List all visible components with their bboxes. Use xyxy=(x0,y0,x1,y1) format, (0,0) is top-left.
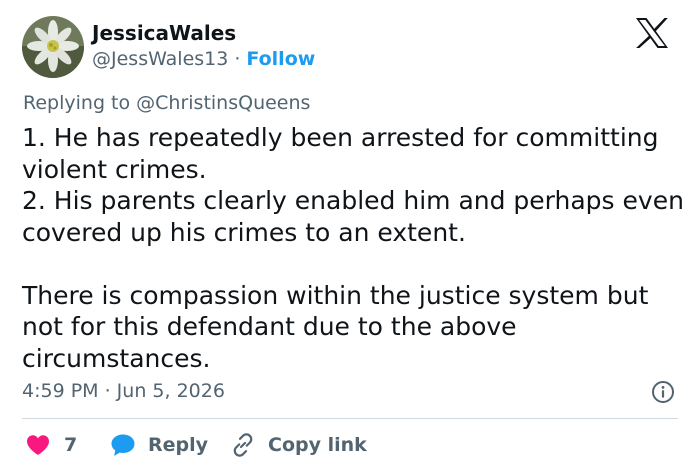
author-handle[interactable]: @JessWales13 xyxy=(92,48,228,70)
reply-label: Reply xyxy=(148,434,209,456)
tweet-timestamp[interactable]: 4:59 PM · Jun 5, 2026 xyxy=(22,380,225,402)
author-name[interactable]: JessicaWales xyxy=(92,21,236,45)
info-icon[interactable] xyxy=(651,380,675,404)
avatar[interactable] xyxy=(22,16,84,78)
like-count: 7 xyxy=(64,434,78,456)
heart-icon xyxy=(27,435,49,455)
like-button[interactable]: 7 xyxy=(26,430,77,460)
copy-link-label: Copy link xyxy=(268,434,367,456)
speech-bubble-icon xyxy=(111,434,135,456)
tweet-text: 1. He has repeatedly been arrested for c… xyxy=(22,122,687,374)
replying-to-prefix: Replying to xyxy=(23,92,137,114)
tweet-line: 2. His parents clearly enabled him and p… xyxy=(22,186,684,247)
tweet-line: There is compassion within the justice s… xyxy=(22,280,649,373)
divider xyxy=(22,418,678,419)
replying-to: Replying to @ChristinsQueens xyxy=(23,92,310,114)
link-icon xyxy=(233,433,253,457)
tweet-line: 1. He has repeatedly been arrested for c… xyxy=(22,123,659,184)
reply-mention-link[interactable]: @ChristinsQueens xyxy=(136,92,310,114)
x-logo-icon[interactable] xyxy=(634,17,670,49)
author-handle-row: @JessWales13 · Follow xyxy=(92,48,315,70)
follow-button[interactable]: Follow xyxy=(246,48,315,70)
reply-button[interactable]: Reply xyxy=(110,430,208,460)
separator-dot: · xyxy=(234,48,241,70)
copy-link-button[interactable]: Copy link xyxy=(230,430,367,460)
tweet-card: JessicaWales @JessWales13 · Follow Replyin… xyxy=(0,0,700,471)
